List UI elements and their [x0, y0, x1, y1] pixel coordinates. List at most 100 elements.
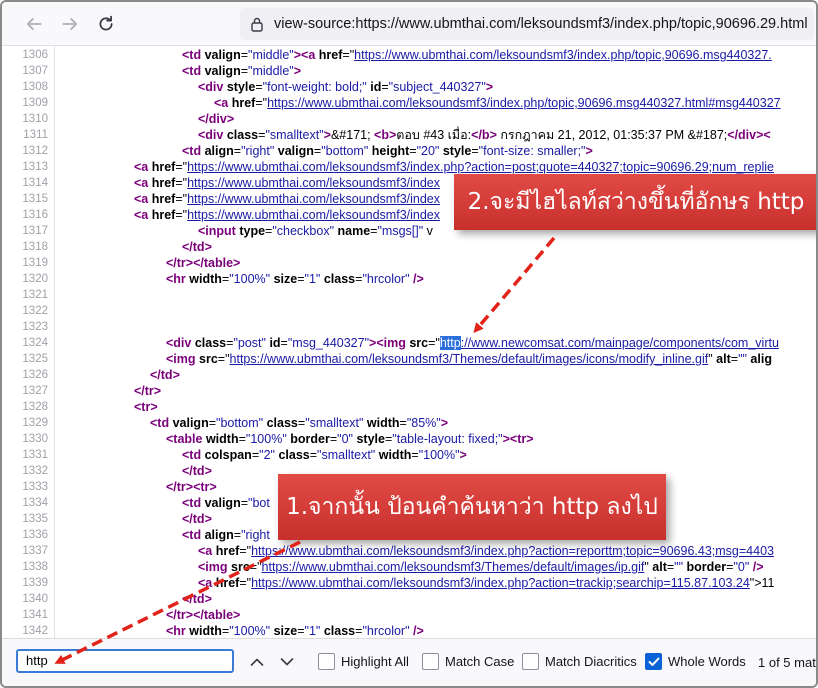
- line-code: <a href="https://www.ubmthai.com/leksoun…: [134, 191, 440, 207]
- line-number: 1342: [22, 625, 48, 637]
- source-token: align: [204, 144, 234, 158]
- address-bar[interactable]: view-source:https://www.ubmthai.com/leks…: [240, 8, 814, 40]
- source-token: =: [240, 48, 249, 62]
- source-link[interactable]: https://www.ubmthai.com/leksoundsmf3/ind…: [251, 576, 750, 590]
- checkmark-icon: [648, 657, 659, 666]
- source-token: >: [293, 48, 302, 62]
- source-token: />: [413, 272, 424, 286]
- back-button[interactable]: [20, 10, 48, 38]
- source-token: =": [249, 560, 262, 574]
- reload-icon: [99, 15, 113, 31]
- source-token: >: [459, 448, 467, 462]
- forward-button[interactable]: [56, 10, 84, 38]
- source-token: =: [471, 144, 479, 158]
- source-token: <td: [182, 144, 205, 158]
- source-token: =: [280, 336, 288, 350]
- line-code: </tr><tr>: [166, 479, 217, 495]
- find-input[interactable]: http: [16, 649, 234, 673]
- source-token: class: [323, 624, 356, 638]
- source-token: "checkbox": [272, 224, 335, 238]
- source-token: </div>: [727, 128, 764, 142]
- browser-toolbar: view-source:https://www.ubmthai.com/leks…: [2, 2, 816, 46]
- line-number: 1316: [22, 209, 48, 221]
- source-token: "": [738, 352, 747, 366]
- whole-words-option[interactable]: Whole Words: [645, 653, 746, 670]
- source-token: "hrcolor": [362, 624, 410, 638]
- match-diacritics-option[interactable]: Match Diacritics: [522, 653, 637, 670]
- source-token: กรกฎาคม 21, 2012, 01:35:37 PM: [496, 128, 688, 142]
- source-token: >: [440, 416, 449, 430]
- match-diacritics-checkbox[interactable]: [522, 653, 539, 670]
- source-link[interactable]: ://www.newcomsat.com/mainpage/components…: [461, 336, 779, 350]
- source-token: "smalltext": [265, 128, 324, 142]
- source-token: =": [175, 160, 188, 174]
- source-token: "": [674, 560, 684, 574]
- source-line: 1310 </div>: [2, 111, 816, 127]
- line-code: </td>: [182, 511, 212, 527]
- whole-words-checkbox[interactable]: [645, 653, 662, 670]
- lock-icon[interactable]: [240, 16, 274, 32]
- source-token: </td>: [182, 592, 212, 606]
- line-number: 1328: [22, 401, 48, 413]
- source-token: <a: [214, 96, 232, 110]
- source-token: href: [318, 48, 343, 62]
- source-token: =: [297, 624, 305, 638]
- source-token: "smalltext": [317, 448, 376, 462]
- source-token: </td>: [182, 464, 212, 478]
- line-number: 1337: [22, 545, 48, 557]
- line-number: 1313: [22, 161, 48, 173]
- source-line: 1322: [2, 303, 816, 319]
- source-token: <td: [150, 416, 173, 430]
- source-token: src: [231, 560, 250, 574]
- source-link[interactable]: https://www.ubmthai.com/leksoundsmf3/ind…: [187, 208, 440, 222]
- chevron-up-icon: [250, 658, 264, 666]
- source-token: =": [175, 176, 188, 190]
- line-number: 1320: [22, 273, 48, 285]
- source-line: 1313 <a href="https://www.ubmthai.com/lek…: [2, 159, 816, 175]
- source-token: =: [208, 416, 217, 430]
- source-token: "font-size: smaller;": [478, 144, 586, 158]
- source-token: valign: [204, 48, 241, 62]
- source-link[interactable]: https://www.ubmthai.com/leksoundsmf3/ind…: [354, 48, 772, 62]
- source-token: <a: [134, 192, 152, 206]
- source-token: "bottom": [321, 144, 369, 158]
- find-previous-button[interactable]: [246, 651, 268, 673]
- source-token: valign: [172, 416, 209, 430]
- source-link[interactable]: https://www.ubmthai.com/leksoundsmf3/ind…: [187, 192, 440, 206]
- source-line: 1342 <hr width="100%" size="1" class="hrc…: [2, 623, 816, 638]
- source-token: ": [708, 352, 717, 366]
- highlight-all-checkbox[interactable]: [318, 653, 335, 670]
- source-link[interactable]: https://www.ubmthai.com/leksoundsmf3/ind…: [187, 160, 774, 174]
- line-number: 1335: [22, 513, 48, 525]
- source-line: 1318 </td>: [2, 239, 816, 255]
- line-number: 1317: [22, 225, 48, 237]
- source-link[interactable]: https://www.ubmthai.com/leksoundsmf3/ind…: [187, 176, 440, 190]
- line-number: 1314: [22, 177, 48, 189]
- source-token: =: [233, 144, 242, 158]
- match-case-checkbox[interactable]: [422, 653, 439, 670]
- source-token: </div>: [198, 112, 235, 126]
- source-link[interactable]: https://www.ubmthai.com/leksoundsmf3/ind…: [251, 544, 774, 558]
- source-token: href: [231, 96, 256, 110]
- line-code: </div>: [198, 111, 234, 127]
- source-token: "font-weight: bold;": [262, 80, 367, 94]
- highlight-all-option[interactable]: Highlight All: [318, 653, 409, 670]
- match-case-option[interactable]: Match Case: [422, 653, 514, 670]
- source-token: border: [686, 560, 727, 574]
- line-number: 1321: [22, 289, 48, 301]
- source-token: href: [151, 208, 176, 222]
- source-line: 1306 <td valign="middle"><a href="https:/…: [2, 47, 816, 63]
- source-link[interactable]: https://www.ubmthai.com/leksoundsmf3/The…: [262, 560, 645, 574]
- source-token: size: [273, 272, 298, 286]
- source-link[interactable]: https://www.ubmthai.com/leksoundsmf3/The…: [230, 352, 709, 366]
- reload-button[interactable]: [92, 10, 120, 38]
- source-link[interactable]: https://www.ubmthai.com/leksoundsmf3/ind…: [267, 96, 781, 110]
- source-token: &#171;: [330, 128, 375, 142]
- source-token: "20": [416, 144, 440, 158]
- source-token: height: [371, 144, 410, 158]
- source-token: </b>: [471, 128, 497, 142]
- source-token: alt: [716, 352, 731, 366]
- match-diacritics-label: Match Diacritics: [545, 654, 637, 669]
- find-next-button[interactable]: [276, 651, 298, 673]
- source-token: "0": [337, 432, 353, 446]
